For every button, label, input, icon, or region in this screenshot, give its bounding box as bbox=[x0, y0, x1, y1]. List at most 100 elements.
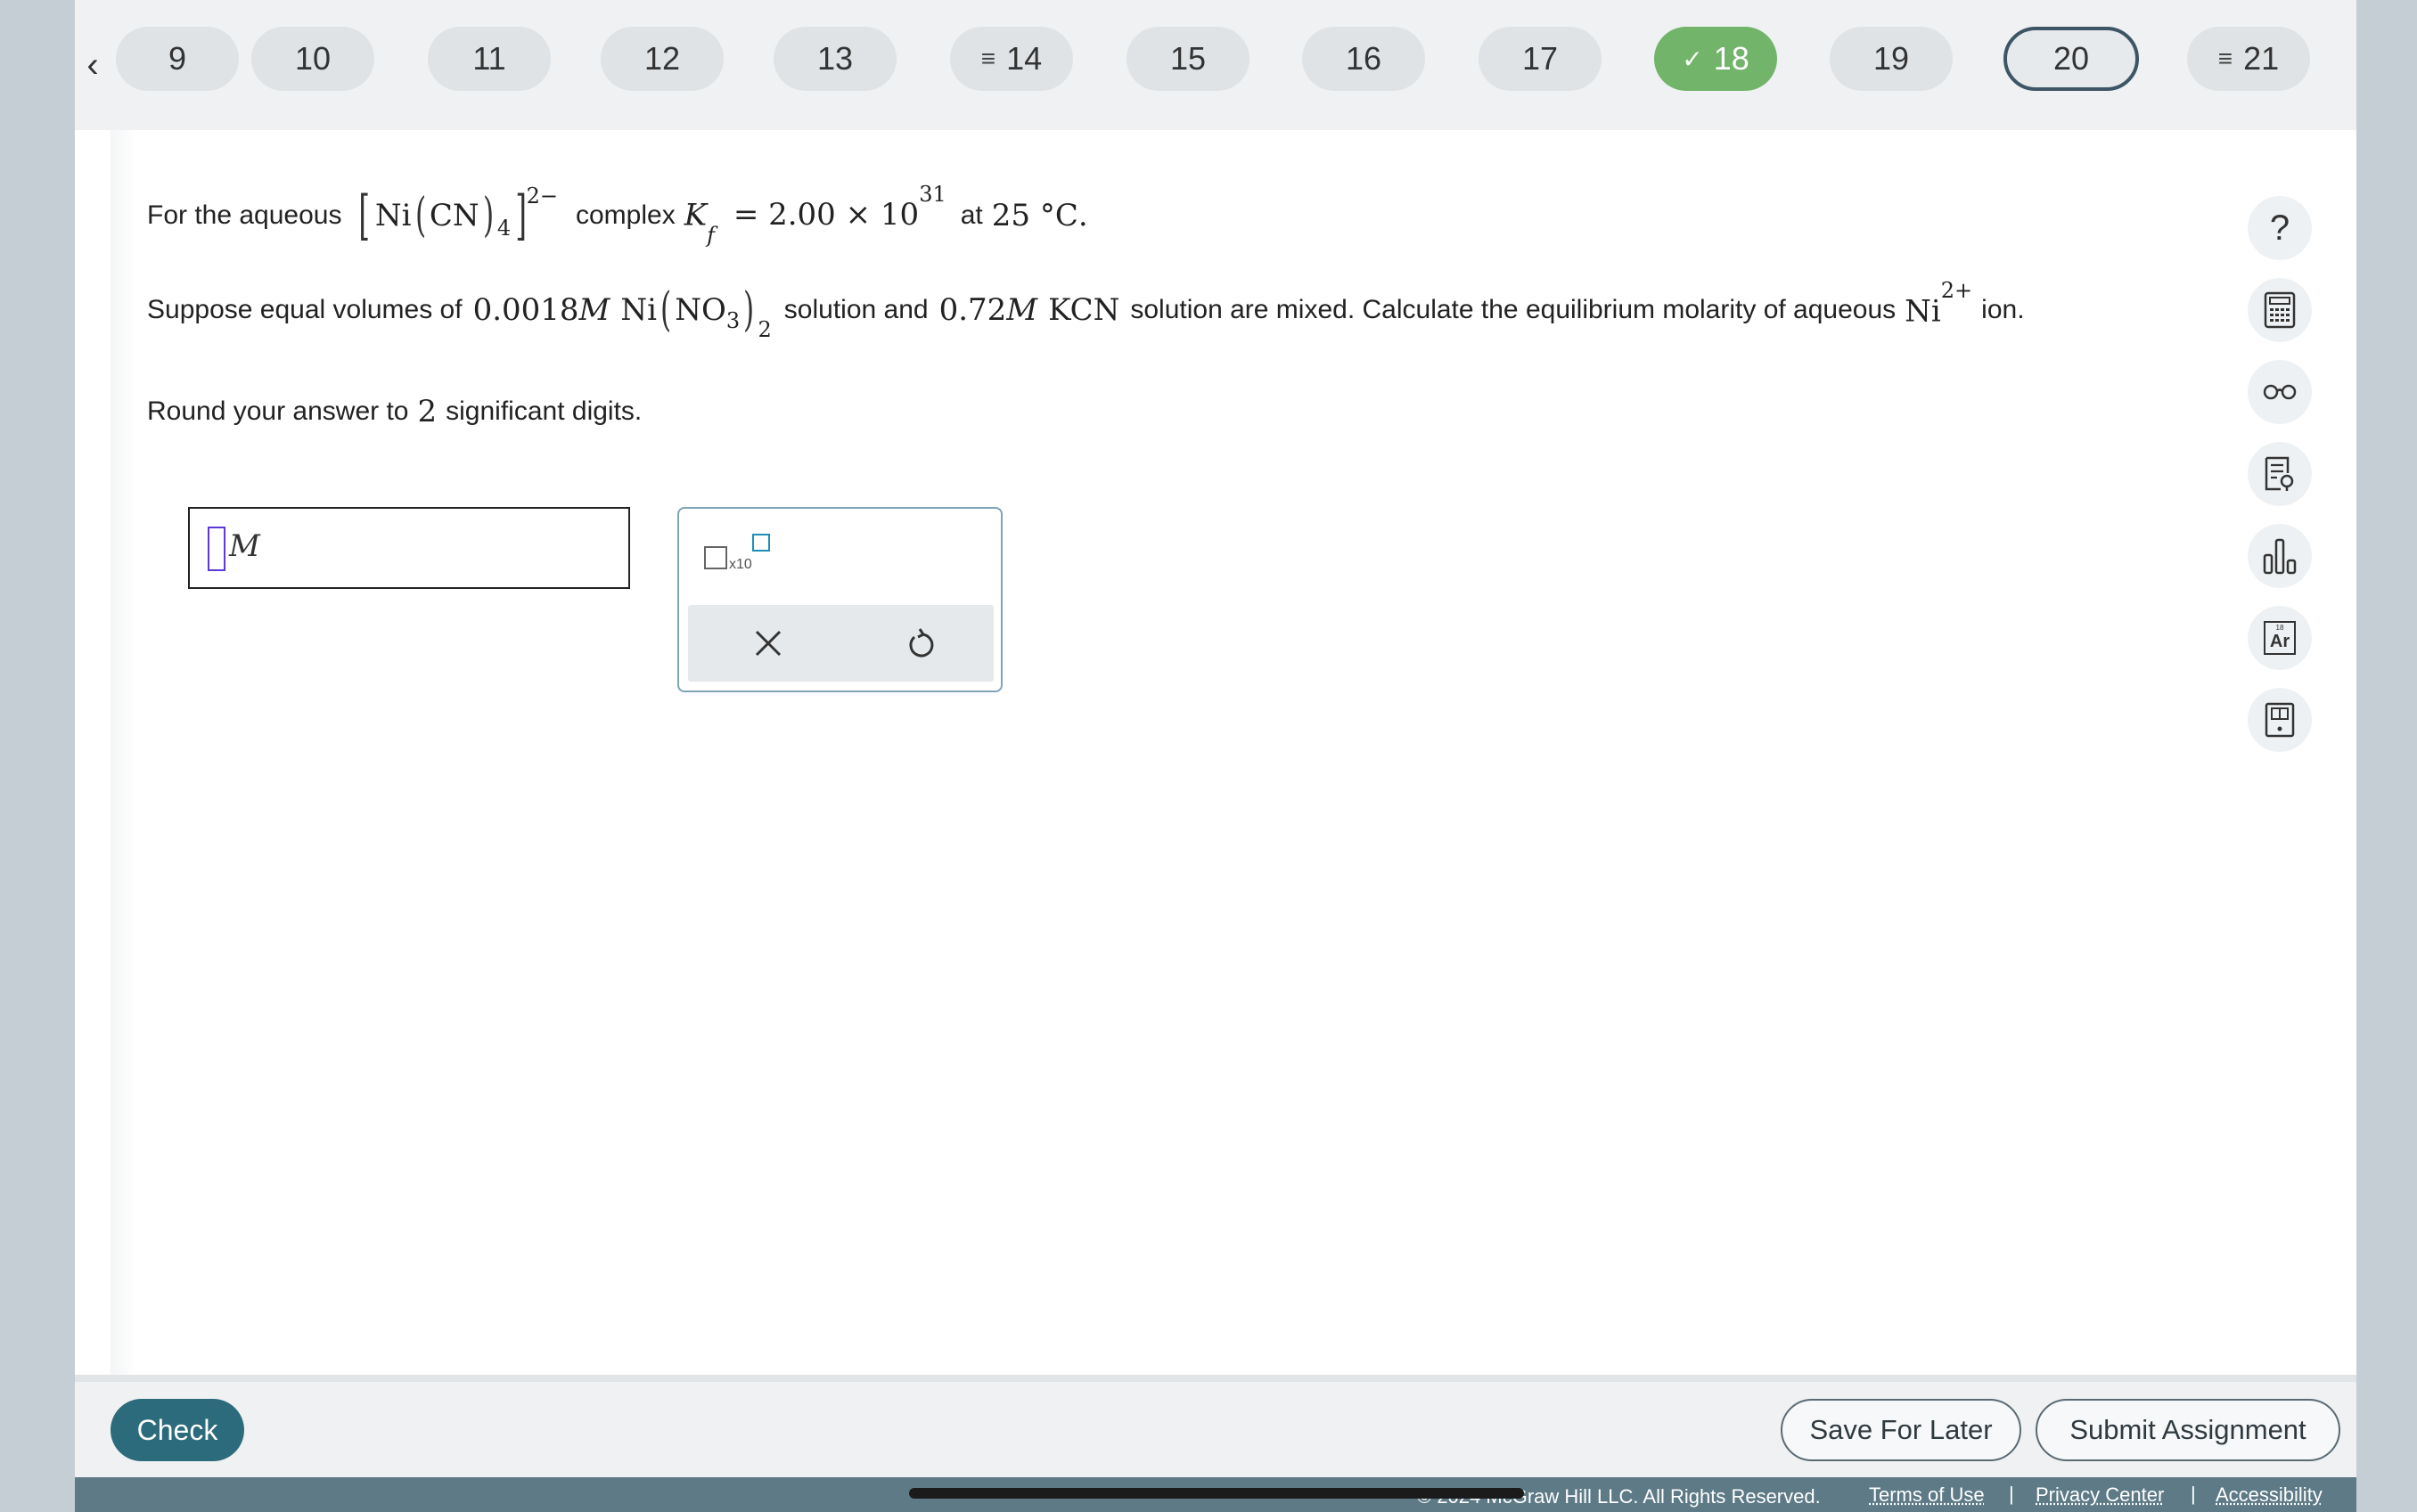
assignment-window: ‹ 9 10 11 12 13 ≡ 14 15 16 17 ✓ 18 19 20 ≡ 21 For the a… bbox=[75, 0, 2356, 1512]
save-for-later-button[interactable]: Save For Later bbox=[1781, 1399, 2021, 1461]
exponent-box-icon bbox=[752, 534, 770, 552]
partial-list-icon: ≡ bbox=[980, 45, 996, 72]
answer-cursor[interactable] bbox=[208, 527, 225, 571]
answer-input[interactable]: M bbox=[188, 507, 630, 589]
formula-no: NO bbox=[675, 292, 726, 328]
question-pill-15[interactable]: 15 bbox=[1127, 27, 1249, 91]
question-pill-19[interactable]: 19 bbox=[1830, 27, 1953, 91]
paren-open: ( bbox=[660, 283, 672, 337]
question-pill-9[interactable]: 9 bbox=[116, 27, 239, 91]
conc-value-1: 0.0018 bbox=[472, 292, 579, 328]
scientific-notation-button[interactable]: x10 bbox=[704, 534, 775, 578]
toolbox-actions bbox=[688, 605, 994, 682]
ion-charge: 2+ bbox=[1940, 278, 1973, 304]
bracket-open: [ bbox=[358, 184, 371, 247]
undo-icon bbox=[909, 628, 934, 658]
glasses-icon bbox=[2263, 384, 2297, 400]
question-pill-16[interactable]: 16 bbox=[1302, 27, 1425, 91]
question-pill-21[interactable]: ≡ 21 bbox=[2187, 27, 2310, 91]
book-icon bbox=[2265, 702, 2295, 738]
textbook-button[interactable] bbox=[2248, 688, 2312, 752]
question-number: 13 bbox=[816, 40, 854, 77]
concentration-1: 0.0018M bbox=[473, 292, 610, 328]
question-pill-20[interactable]: 20 bbox=[2003, 27, 2139, 91]
element-number: 18 bbox=[2275, 624, 2284, 632]
answer-unit: M bbox=[229, 528, 260, 564]
reader-button[interactable] bbox=[2248, 360, 2312, 424]
question-pill-13[interactable]: 13 bbox=[774, 27, 897, 91]
molar-unit-2: M bbox=[1006, 292, 1038, 328]
paren-close: ) bbox=[743, 283, 755, 337]
ion-formula: Ni2+ bbox=[1905, 278, 1972, 330]
footer-separator: | bbox=[2009, 1483, 2014, 1505]
scroll-indicator[interactable] bbox=[909, 1488, 1524, 1499]
question-number: 17 bbox=[1521, 40, 1559, 77]
question-number: 15 bbox=[1169, 40, 1207, 77]
question-text: For the aqueous bbox=[147, 200, 342, 230]
kf-expression: Kf = 2.00 × 1031 bbox=[684, 182, 946, 248]
help-button[interactable]: ? bbox=[2248, 196, 2312, 260]
question-pill-14[interactable]: ≡ 14 bbox=[950, 27, 1073, 91]
formula-ni: Ni bbox=[374, 198, 412, 233]
question-number: 11 bbox=[472, 40, 506, 77]
previous-arrow-icon[interactable]: ‹ bbox=[75, 0, 111, 130]
concentration-2: 0.72M bbox=[939, 292, 1038, 328]
element-symbol: Ar bbox=[2269, 632, 2290, 651]
kcn-formula: KCN bbox=[1048, 292, 1120, 328]
question-pill-10[interactable]: 10 bbox=[251, 27, 374, 91]
math-toolbox: x10 bbox=[677, 507, 1003, 692]
x10-label: x10 bbox=[729, 557, 752, 572]
data-chart-button[interactable] bbox=[2248, 524, 2312, 588]
question-number: 9 bbox=[168, 40, 187, 77]
question-number: 19 bbox=[1872, 40, 1910, 77]
bar-chart-icon bbox=[2263, 538, 2297, 575]
formula-outer-sub: 2 bbox=[758, 317, 772, 342]
question-number: 12 bbox=[643, 40, 681, 77]
question-text: solution are mixed. Calculate the equili… bbox=[1130, 295, 1897, 324]
formula-ni: Ni bbox=[620, 292, 657, 328]
question-text: ion. bbox=[1981, 295, 2025, 324]
question-text: Round your answer to bbox=[147, 396, 409, 426]
question-text: significant digits. bbox=[446, 396, 643, 426]
question-pill-11[interactable]: 11 bbox=[428, 27, 551, 91]
question-pill-12[interactable]: 12 bbox=[601, 27, 724, 91]
checkmark-icon: ✓ bbox=[1682, 45, 1703, 73]
mantissa-box-icon bbox=[704, 546, 727, 569]
reference-button[interactable] bbox=[2248, 442, 2312, 506]
question-line-2: Suppose equal volumes of 0.0018M Ni ( NO… bbox=[147, 278, 2025, 342]
paren-open: ( bbox=[414, 189, 426, 242]
close-icon bbox=[755, 630, 782, 657]
temperature: 25 °C bbox=[991, 198, 1078, 233]
submit-assignment-button[interactable]: Submit Assignment bbox=[2036, 1399, 2340, 1461]
formula-no3-sub: 3 bbox=[725, 308, 741, 333]
question-pill-18[interactable]: ✓ 18 bbox=[1654, 27, 1777, 91]
accessibility-link[interactable]: Accessibility bbox=[2216, 1483, 2323, 1507]
document-search-icon bbox=[2265, 456, 2294, 491]
partial-list-icon: ≡ bbox=[2217, 45, 2233, 72]
nitrate-formula: Ni ( NO 3 ) 2 bbox=[620, 283, 771, 342]
question-number: 21 bbox=[2243, 40, 2280, 77]
question-number: 16 bbox=[1345, 40, 1382, 77]
calculator-button[interactable] bbox=[2248, 278, 2312, 342]
complex-formula: [ Ni ( CN ) 4 ] 2− bbox=[354, 184, 558, 247]
conc-value-2: 0.72 bbox=[938, 292, 1007, 328]
help-icon: ? bbox=[2269, 208, 2290, 248]
question-line-3: Round your answer to 2 significant digit… bbox=[147, 394, 642, 429]
periodic-table-icon: 18 Ar bbox=[2264, 621, 2296, 655]
periodic-table-button[interactable]: 18 Ar bbox=[2248, 606, 2312, 670]
clear-button[interactable] bbox=[724, 605, 813, 682]
question-text: at bbox=[960, 200, 983, 230]
bracket-close: ] bbox=[515, 184, 528, 247]
formula-cn: CN bbox=[429, 198, 479, 233]
molar-unit-1: M bbox=[578, 292, 610, 328]
ion-symbol: Ni bbox=[1905, 293, 1941, 330]
question-pill-17[interactable]: 17 bbox=[1479, 27, 1602, 91]
privacy-center-link[interactable]: Privacy Center bbox=[2036, 1483, 2164, 1507]
kf-value: = 2.00 × 10 bbox=[733, 197, 920, 233]
terms-of-use-link[interactable]: Terms of Use bbox=[1869, 1483, 1985, 1507]
undo-button[interactable] bbox=[877, 605, 966, 682]
left-edge-shadow bbox=[111, 130, 137, 1377]
kf-exponent: 31 bbox=[919, 181, 946, 207]
question-text: complex bbox=[575, 200, 676, 230]
check-button[interactable]: Check bbox=[111, 1399, 244, 1461]
